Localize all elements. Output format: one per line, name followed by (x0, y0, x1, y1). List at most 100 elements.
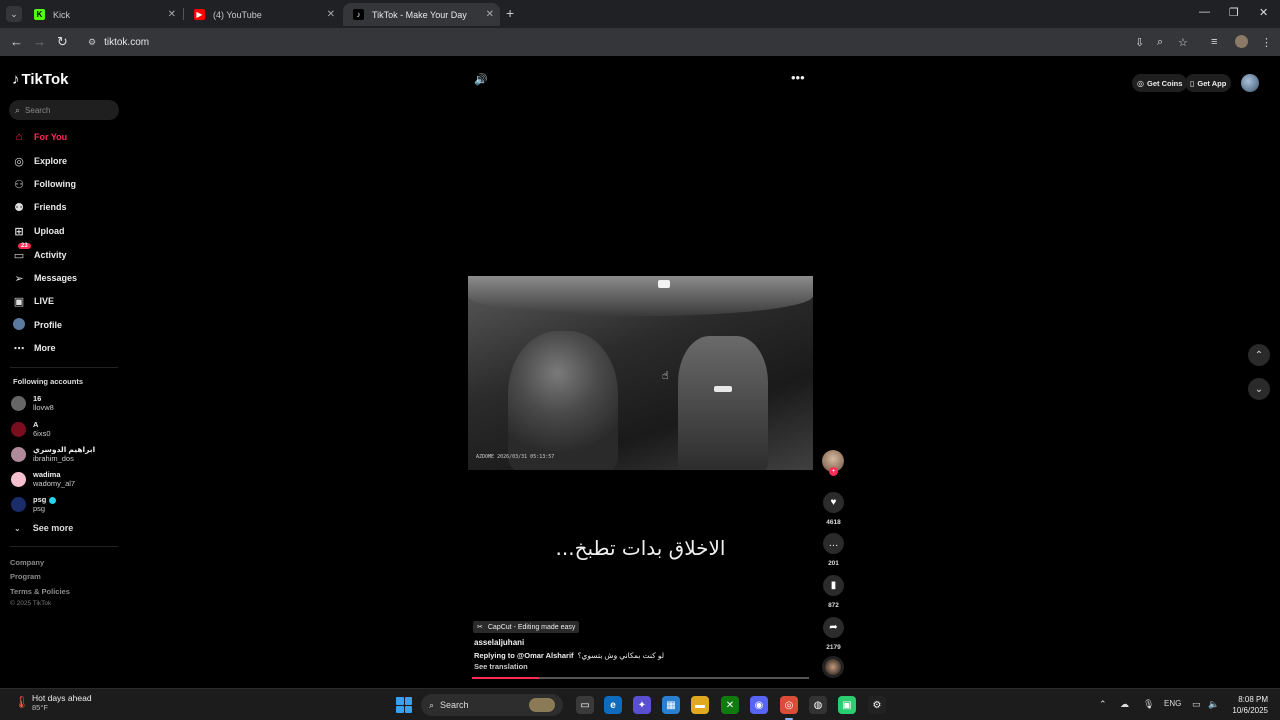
home-icon: ⌂ (15, 131, 23, 143)
nav-explore[interactable]: ◎ Explore (12, 152, 67, 170)
comment-icon[interactable]: … (823, 533, 844, 554)
address-bar[interactable]: ⚙ tiktok.com (80, 32, 1200, 52)
install-app-icon[interactable]: ⇩ (1135, 36, 1144, 49)
tray-chevron-up-icon[interactable]: ⌃ (1099, 699, 1107, 710)
nav-following[interactable]: ⚇ Following (12, 175, 76, 193)
taskbar-search[interactable]: ⌕ Search (421, 694, 563, 716)
nav-label: Profile (34, 320, 63, 330)
see-translation-link[interactable]: See translation (474, 662, 528, 671)
speaker-icon[interactable]: 🔈 (1208, 699, 1219, 710)
copilot-icon[interactable]: ✦ (633, 696, 651, 714)
reply-mention[interactable]: Replying to @Omar Alsharif (474, 651, 574, 660)
weather-temp: 85°F (32, 703, 48, 712)
more-options-icon[interactable]: ••• (791, 70, 805, 85)
onedrive-cloud-icon[interactable]: ☁ (1120, 699, 1129, 710)
close-window-icon[interactable]: ✕ (1259, 6, 1268, 19)
share-arrow-icon[interactable]: ➦ (823, 617, 844, 638)
forward-icon[interactable]: → (33, 34, 46, 49)
account-handle: ibrahim_dos (33, 454, 74, 463)
file-explorer-icon[interactable]: ▬ (691, 696, 709, 714)
windows-start-icon[interactable] (396, 697, 412, 713)
previous-video-chevron-up-icon[interactable]: ⌃ (1248, 344, 1270, 366)
browser-profile-avatar[interactable] (1235, 35, 1248, 48)
nav-for-you[interactable]: ⌂ For You (12, 128, 68, 146)
nav-friends[interactable]: ⚉ Friends (12, 198, 67, 216)
xbox-icon[interactable]: ✕ (721, 696, 739, 714)
restore-icon[interactable]: ❐ (1229, 6, 1239, 19)
chrome-icon[interactable]: ◎ (780, 696, 798, 720)
close-tab-icon[interactable]: ✕ (168, 9, 176, 20)
microphone-icon[interactable]: 🎙 (1143, 699, 1154, 710)
account-item[interactable]: wadima wadomy_al7 (11, 468, 75, 490)
account-item[interactable]: A 6ixs0 (11, 418, 51, 440)
bookmark-star-icon[interactable]: ☆ (1178, 36, 1188, 49)
video-author[interactable]: asselaljuhani (474, 638, 524, 647)
tiktok-logo[interactable]: ♪ TikTok (12, 71, 68, 88)
get-coins-button[interactable]: ◎ Get Coins (1132, 74, 1188, 92)
edge-icon[interactable]: e (604, 696, 622, 714)
more-icon: ⋯ (13, 342, 25, 355)
minimize-icon[interactable]: — (1199, 6, 1210, 18)
nav-activity[interactable]: ▭ 23 Activity (12, 242, 67, 264)
tab-kick[interactable]: K Kick ✕ (24, 3, 182, 26)
avatar (11, 471, 26, 487)
nav-messages[interactable]: ➢ Messages (12, 269, 77, 287)
account-item[interactable]: 16 llovw8 (11, 392, 54, 414)
back-icon[interactable]: ← (10, 34, 23, 49)
site-info-icon[interactable]: ⚙ (88, 37, 96, 48)
system-clock[interactable]: 8:08 PM 10/6/2025 (1224, 694, 1268, 716)
nav-more[interactable]: ⋯ More (12, 339, 56, 357)
avatar (11, 496, 26, 512)
music-disc-icon[interactable] (822, 656, 844, 678)
account-item[interactable]: ابراهيم الدوسري ibrahim_dos (11, 443, 95, 465)
settings-gear-icon[interactable]: ⚙ (868, 696, 886, 714)
app-green-icon[interactable]: ▣ (838, 696, 856, 714)
like-heart-icon[interactable]: ♥ (823, 492, 844, 513)
bookmark-icon[interactable]: ▮ (823, 575, 844, 596)
user-avatar[interactable] (1241, 74, 1259, 92)
store-icon[interactable]: ▦ (662, 696, 680, 714)
video-player[interactable]: AZDOME 2026/03/31 05:13:57 (468, 276, 813, 470)
language-indicator[interactable]: ENG (1164, 699, 1181, 708)
weather-widget[interactable]: 🌡 Hot days ahead 85°F (14, 693, 92, 713)
next-video-chevron-down-icon[interactable]: ⌄ (1248, 378, 1270, 400)
tab-youtube[interactable]: ▶ (4) YouTube ✕ (184, 3, 341, 26)
task-view-icon[interactable]: ▭ (576, 696, 594, 714)
see-more-button[interactable]: ⌄ See more (14, 523, 73, 533)
discord-icon[interactable]: ◉ (750, 696, 768, 714)
volume-icon[interactable]: 🔊 (474, 73, 488, 86)
steelseries-icon[interactable]: ◍ (809, 696, 827, 714)
search-box[interactable]: ⌕ (9, 100, 119, 120)
close-tab-icon[interactable]: ✕ (486, 9, 494, 20)
video-progress-bar[interactable] (472, 677, 809, 679)
tab-search-button[interactable]: ⌄ (6, 6, 22, 22)
video-caption-overlay: الاخلاق بدات تطبخ... (555, 536, 726, 560)
account-item[interactable]: psg psg (11, 493, 57, 515)
footer-program-link[interactable]: Program (10, 572, 41, 581)
nav-upload[interactable]: ⊞ Upload (12, 222, 64, 240)
follow-plus-icon[interactable]: + (829, 467, 838, 476)
footer-company-link[interactable]: Company (10, 558, 44, 567)
activity-icon: ▭ 23 (12, 242, 31, 262)
browser-menu-icon[interactable]: ⋮ (1261, 36, 1272, 49)
copyright-text: © 2025 TikTok (10, 600, 52, 607)
nav-label: Friends (34, 202, 67, 212)
nav-profile[interactable]: Profile (12, 316, 62, 334)
search-icon: ⌕ (15, 104, 21, 115)
account-name: psg (33, 495, 47, 504)
search-input[interactable] (25, 105, 106, 115)
url-text[interactable]: tiktok.com (104, 37, 149, 48)
thermometer-icon: 🌡 (14, 695, 30, 709)
zoom-icon[interactable]: ⌕ (1157, 36, 1163, 49)
nav-live[interactable]: ▣ LIVE (12, 292, 54, 310)
get-app-button[interactable]: ▯ Get App (1185, 74, 1232, 92)
network-icon[interactable]: ▭ (1192, 699, 1201, 710)
media-controls-icon[interactable]: ≡ (1211, 36, 1217, 48)
tab-tiktok[interactable]: ♪ TikTok - Make Your Day ✕ (343, 3, 500, 26)
share-count: 2179 (826, 644, 841, 651)
capcut-link[interactable]: ✂ CapCut - Editing made easy (473, 621, 580, 633)
reload-icon[interactable]: ↻ (57, 34, 68, 50)
new-tab-icon[interactable]: + (506, 5, 514, 21)
footer-terms-link[interactable]: Terms & Policies (10, 587, 70, 596)
close-tab-icon[interactable]: ✕ (327, 9, 335, 20)
